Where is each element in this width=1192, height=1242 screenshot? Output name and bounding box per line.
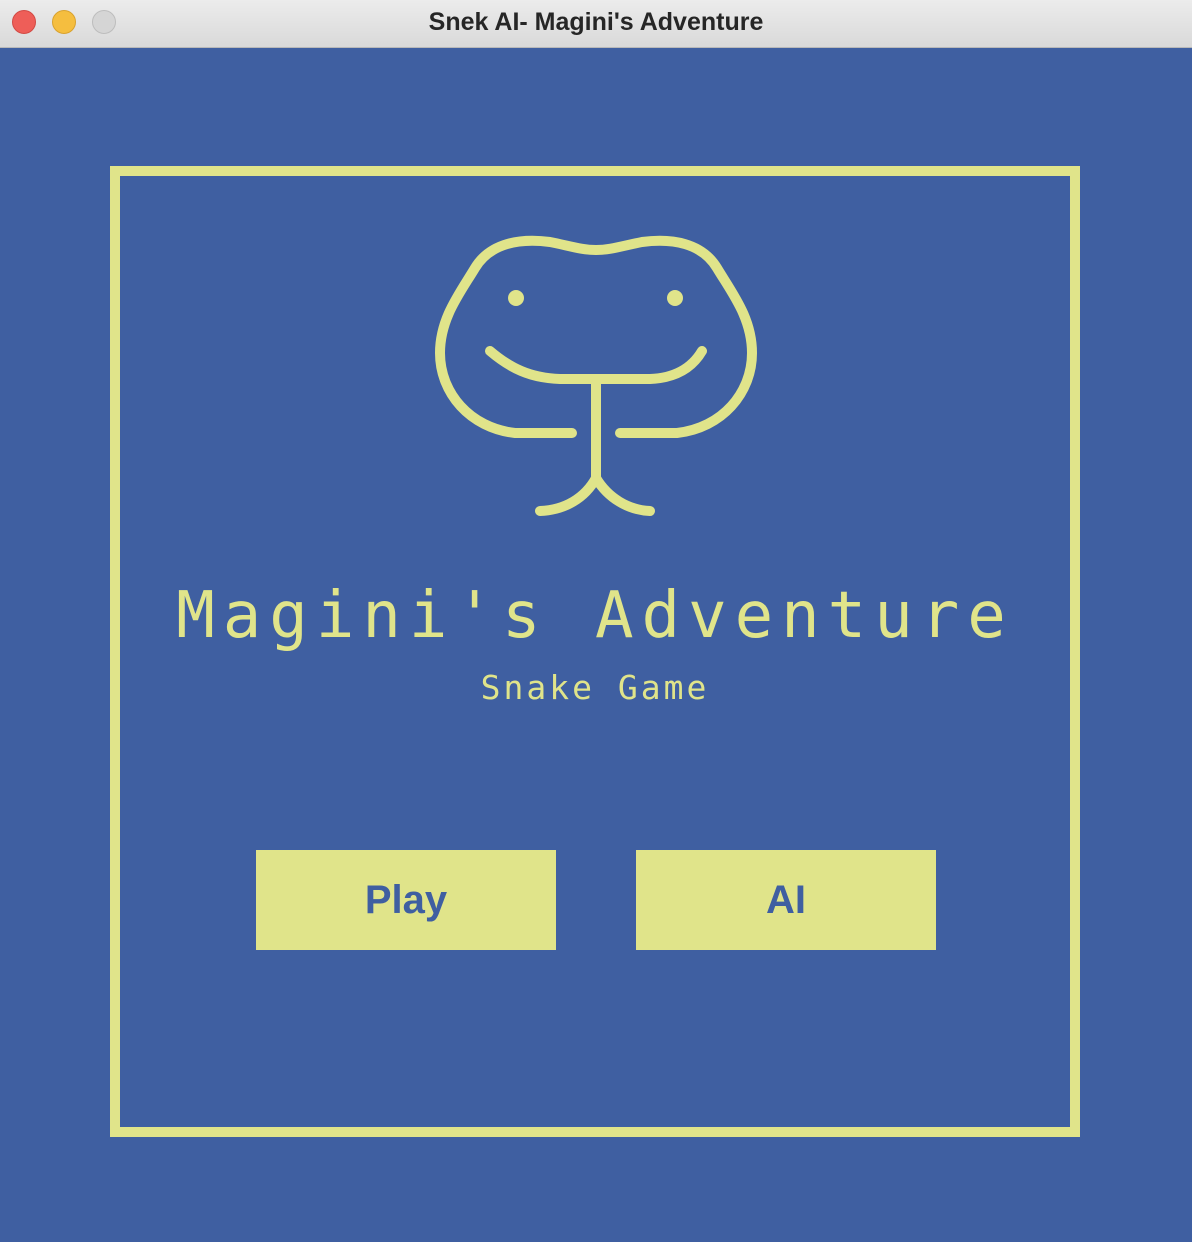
ai-button[interactable]: AI (636, 850, 936, 950)
app-window: Snek AI- Magini's Adventure Magini's Adv… (0, 0, 1192, 1242)
right-eye (667, 290, 683, 306)
game-subtitle: Snake Game (480, 668, 710, 707)
play-button[interactable]: Play (256, 850, 556, 950)
window-title: Snek AI- Magini's Adventure (428, 8, 764, 36)
title-bar: Snek AI- Magini's Adventure (0, 0, 1192, 48)
game-title: Magini's Adventure (176, 579, 1014, 653)
snake-head-icon (435, 235, 757, 516)
left-eye (508, 290, 524, 306)
